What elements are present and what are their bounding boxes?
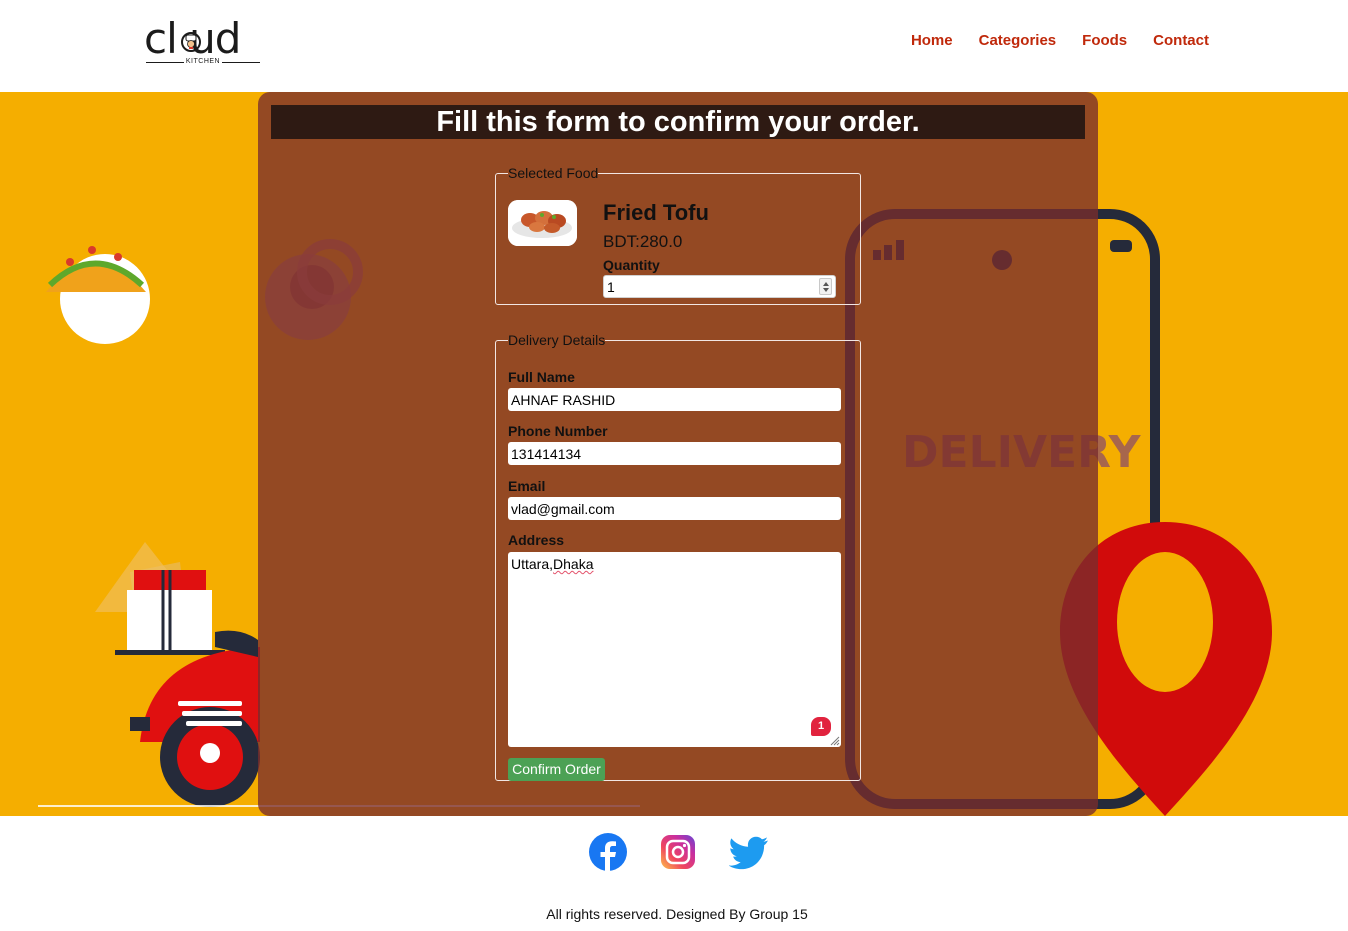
food-price: BDT:280.0 [603,232,683,251]
food-image [508,200,577,246]
confirm-order-button[interactable]: Confirm Order [508,758,605,781]
phone-number-input[interactable]: 131414134 [508,442,841,465]
delivery-details-fieldset: Delivery Details Full Name AHNAF RASHID … [495,333,861,781]
nav-foods[interactable]: Foods [1082,33,1127,49]
order-form-panel: Fill this form to confirm your order. Se… [258,92,1098,816]
quantity-value: 1 [607,279,615,295]
address-textarea[interactable]: Uttara,Dhaka 1 [508,552,841,747]
quantity-input[interactable]: 1 [603,275,836,298]
email-input[interactable]: vlad@gmail.com [508,497,841,520]
logo-subtitle: KITCHEN [146,58,260,66]
chef-icon [181,32,201,52]
nav-categories[interactable]: Categories [979,33,1057,49]
full-name-label: Full Name [508,369,575,385]
instagram-icon[interactable] [661,835,695,869]
nav-home[interactable]: Home [911,33,953,49]
selected-food-legend: Selected Food [508,165,599,181]
spinner-up-icon[interactable] [823,282,829,286]
delivery-details-legend: Delivery Details [508,332,606,348]
phone-number-value: 131414134 [511,446,582,462]
email-label: Email [508,478,546,494]
main-nav: Home Categories Foods Contact [911,33,1209,49]
resize-grip-icon[interactable] [828,734,840,746]
taco-illustration [46,246,150,344]
phone-number-label: Phone Number [508,423,608,439]
full-name-value: AHNAF RASHID [511,392,616,408]
copyright-text: All rights reserved. Designed By Group 1… [546,906,808,922]
site-header: cl ud KITCHEN Home Categories Foods Cont… [0,0,1348,92]
quantity-spinner[interactable] [819,278,832,295]
facebook-icon[interactable] [589,833,627,871]
nav-contact[interactable]: Contact [1153,33,1209,49]
spinner-down-icon[interactable] [823,288,829,292]
food-name: Fried Tofu [603,200,709,225]
address-label: Address [508,532,565,548]
fried-tofu-image [508,200,577,246]
twitter-icon[interactable] [729,836,769,870]
cloud-kitchen-logo[interactable]: cl ud KITCHEN [144,16,262,68]
address-value: Uttara,Dhaka [511,556,594,572]
full-name-input[interactable]: AHNAF RASHID [508,388,841,411]
form-title: Fill this form to confirm your order. [271,105,1085,139]
selected-food-fieldset: Selected Food Fried Tofu BDT:280.0 Quant… [495,166,861,305]
quantity-label: Quantity [603,257,660,273]
email-value: vlad@gmail.com [511,501,615,517]
